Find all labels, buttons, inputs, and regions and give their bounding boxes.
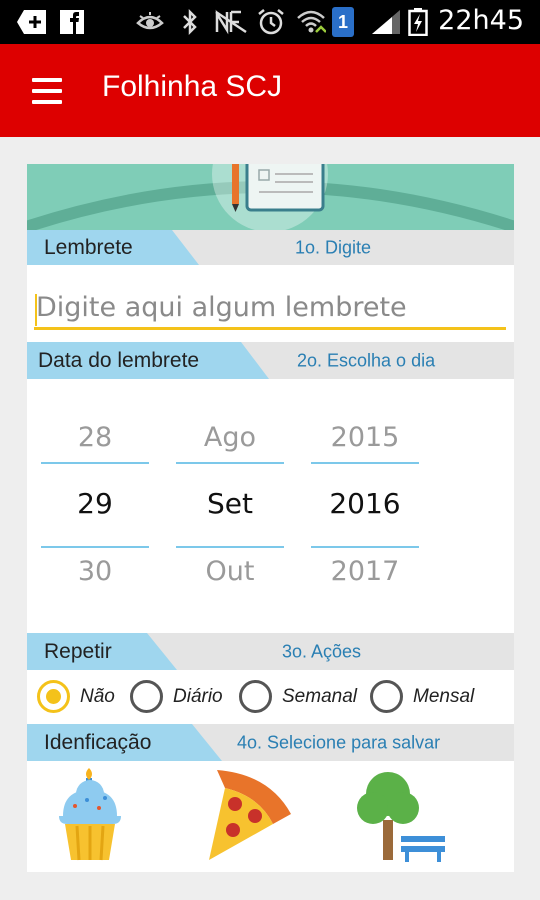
radio-semanal-label: Semanal — [282, 686, 357, 707]
hamburger-menu-icon[interactable] — [28, 74, 68, 108]
month-prev[interactable]: Ago — [176, 422, 284, 453]
pizza-icon[interactable] — [199, 764, 299, 864]
repeat-section-header: Repetir 3o. Ações — [27, 633, 514, 670]
bluetooth-icon — [183, 8, 197, 36]
year-picker[interactable]: 2015 2016 2017 — [311, 412, 419, 596]
identification-label: Idenficação — [44, 730, 152, 754]
identification-hint: 4o. Selecione para salvar — [237, 732, 441, 752]
day-next[interactable]: 30 — [41, 556, 149, 587]
month-divider-top — [176, 462, 284, 464]
month-selected[interactable]: Set — [176, 487, 284, 520]
year-divider-bottom — [311, 546, 419, 548]
battery-charging-icon — [408, 8, 428, 36]
day-divider-bottom — [41, 546, 149, 548]
app-title: Folhinha SCJ — [102, 70, 283, 103]
add-icon — [17, 10, 46, 34]
radio-diario[interactable]: Diário — [130, 678, 240, 716]
app-bar: Folhinha SCJ — [0, 44, 540, 137]
nfc-icon — [215, 9, 247, 35]
signal-icon — [372, 10, 400, 34]
day-picker[interactable]: 28 29 30 — [41, 412, 149, 596]
radio-nao-label: Não — [80, 686, 115, 707]
year-selected[interactable]: 2016 — [311, 487, 419, 520]
day-selected[interactable]: 29 — [41, 487, 149, 520]
wifi-icon — [297, 10, 326, 33]
date-section-header: Data do lembrete 2o. Escolha o dia — [27, 342, 514, 379]
year-divider-top — [311, 462, 419, 464]
radio-semanal[interactable]: Semanal — [239, 678, 369, 716]
radio-mensal[interactable]: Mensal — [370, 678, 490, 716]
repeat-hint: 3o. Ações — [282, 641, 362, 661]
reminder-section-header: Lembrete 1o. Digite — [27, 230, 514, 265]
notepad-illustration — [27, 164, 514, 230]
repeat-label: Repetir — [44, 639, 112, 663]
radio-diario-circle[interactable] — [130, 680, 163, 713]
year-next[interactable]: 2017 — [311, 556, 419, 587]
identification-section-header: Idenficação 4o. Selecione para salvar — [27, 724, 514, 761]
day-prev[interactable]: 28 — [41, 422, 149, 453]
radio-semanal-circle[interactable] — [239, 680, 272, 713]
status-bar: 1 22h45 — [0, 0, 540, 44]
year-prev[interactable]: 2015 — [311, 422, 419, 453]
date-label: Data do lembrete — [38, 348, 200, 372]
facebook-icon — [60, 10, 84, 34]
date-hint: 2o. Escolha o dia — [297, 350, 436, 370]
alarm-icon — [258, 9, 284, 35]
eye-icon — [136, 12, 164, 30]
month-picker[interactable]: Ago Set Out — [176, 412, 284, 596]
radio-mensal-circle[interactable] — [370, 680, 403, 713]
reminder-input[interactable] — [34, 288, 506, 330]
day-divider-top — [41, 462, 149, 464]
cupcake-icon[interactable] — [55, 768, 125, 864]
radio-nao[interactable]: Não — [37, 678, 129, 716]
header-illustration — [27, 164, 514, 230]
month-next[interactable]: Out — [176, 556, 284, 587]
reminder-hint: 1o. Digite — [295, 237, 372, 257]
tree-bench-icon[interactable] — [355, 768, 455, 864]
sim-badge: 1 — [332, 7, 354, 37]
radio-mensal-label: Mensal — [413, 686, 475, 707]
reminder-form-card: Lembrete 1o. Digite Data do lembrete 2o.… — [27, 164, 514, 872]
clock: 22h45 — [438, 5, 524, 36]
reminder-label: Lembrete — [44, 235, 133, 259]
month-divider-bottom — [176, 546, 284, 548]
text-cursor — [35, 294, 37, 326]
radio-diario-label: Diário — [173, 686, 223, 707]
radio-nao-circle[interactable] — [37, 680, 70, 713]
